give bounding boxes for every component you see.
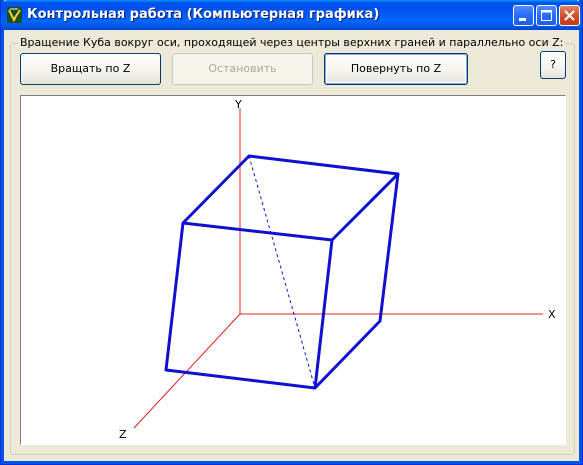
close-icon: [564, 10, 575, 21]
minimize-button[interactable]: [513, 5, 534, 26]
close-button[interactable]: [559, 5, 580, 26]
x-axis-label: X: [548, 308, 556, 321]
cube-hidden-edge: [248, 155, 316, 389]
minimize-icon: [519, 18, 526, 21]
rotate-z-button[interactable]: Вращать по Z: [20, 53, 161, 85]
stop-button[interactable]: Остановить: [172, 53, 313, 85]
cube-edge-top-right: [330, 172, 400, 242]
title-bar[interactable]: Контрольная работа (Компьютерная графика…: [1, 0, 582, 30]
maximize-button[interactable]: [536, 5, 557, 26]
maximize-icon: [541, 10, 552, 21]
groupbox-caption: Вращение Куба вокруг оси, проходящей чер…: [18, 36, 566, 49]
cube-edge-front-top: [182, 221, 333, 242]
help-button[interactable]: ?: [540, 51, 566, 79]
y-axis-label: Y: [234, 98, 242, 111]
z-axis-label: Z: [119, 428, 127, 441]
drawing-canvas[interactable]: Y X Z: [20, 95, 566, 445]
app-icon[interactable]: [6, 6, 23, 24]
z-axis: [133, 313, 241, 429]
main-window: Контрольная работа (Компьютерная графика…: [0, 0, 583, 465]
window-title: Контрольная работа (Компьютерная графика…: [27, 7, 380, 22]
turn-z-button[interactable]: Повернуть по Z: [324, 53, 468, 85]
cube-drawing: Y X Z: [119, 98, 556, 441]
